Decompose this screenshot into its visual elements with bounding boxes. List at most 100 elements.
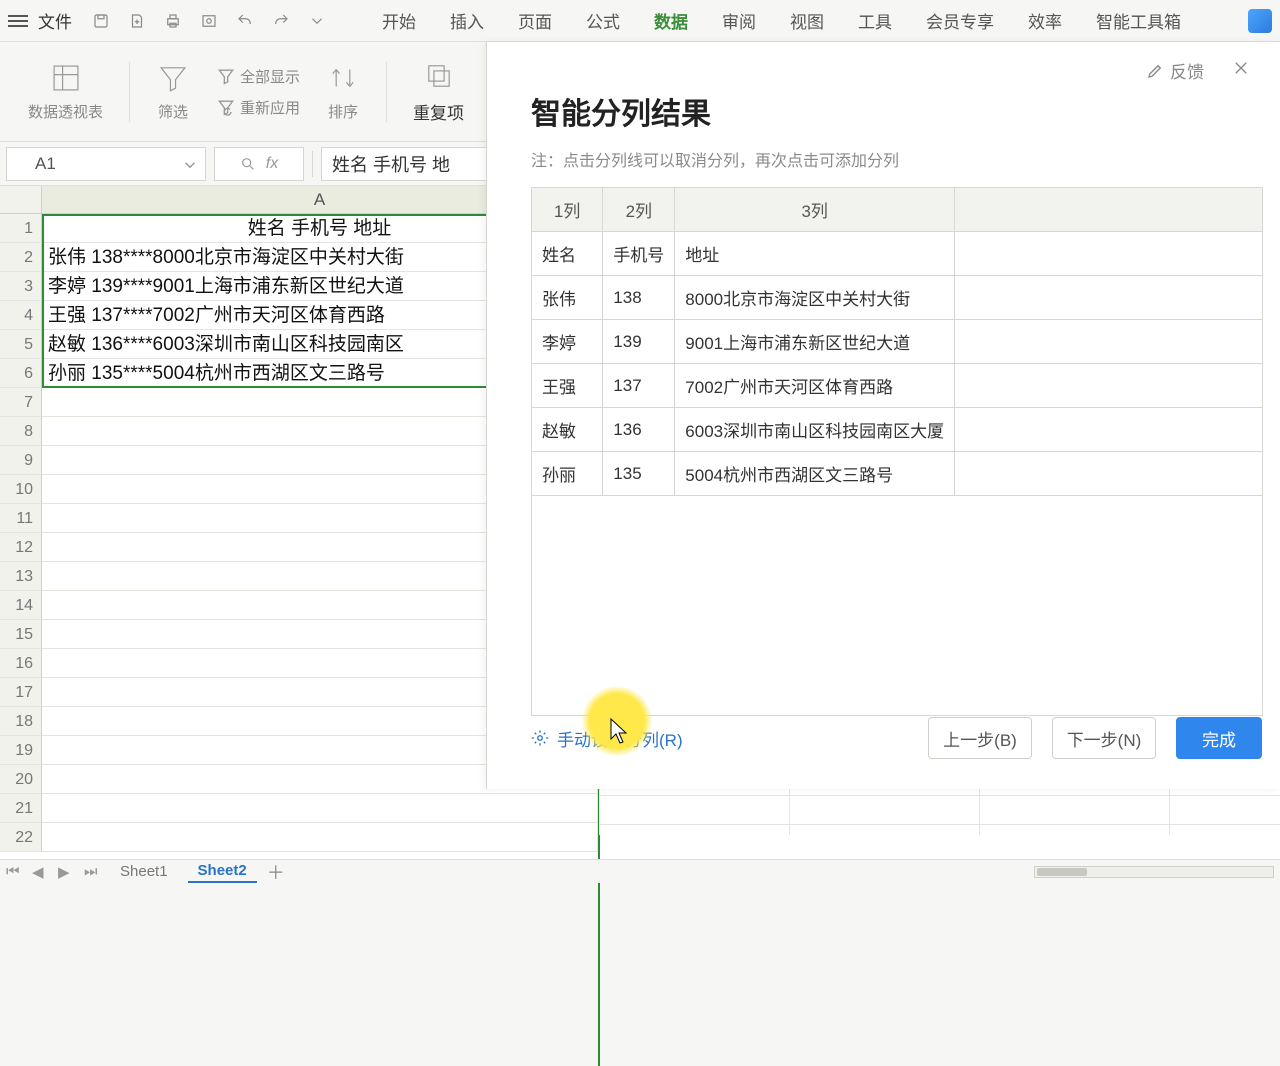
row-header[interactable]: 18 (0, 707, 42, 736)
row-header[interactable]: 17 (0, 678, 42, 707)
table-row[interactable]: 孙丽1355004杭州市西湖区文三路号 (532, 452, 1263, 496)
tab-vip[interactable]: 会员专享 (926, 0, 994, 41)
tab-tools[interactable]: 工具 (858, 0, 892, 41)
row-header[interactable]: 11 (0, 504, 42, 533)
table-row[interactable]: 张伟1388000北京市海淀区中关村大街 (532, 276, 1263, 320)
tab-data[interactable]: 数据 (654, 0, 688, 41)
filter-button[interactable]: 筛选 (156, 61, 190, 122)
row-header[interactable]: 22 (0, 823, 42, 852)
pivot-table-button[interactable]: 数据透视表 (28, 61, 103, 122)
sheet-tab-1[interactable]: Sheet1 (110, 861, 178, 882)
row-header[interactable]: 4 (0, 301, 42, 330)
feedback-label: 反馈 (1170, 58, 1204, 83)
undo-icon[interactable] (234, 10, 256, 32)
row-header[interactable]: 12 (0, 533, 42, 562)
table-cell-blank (955, 452, 1263, 496)
sort-button[interactable]: 排序 (326, 61, 360, 122)
scrollbar-thumb[interactable] (1037, 868, 1087, 876)
more-dropdown-icon[interactable] (306, 10, 328, 32)
dialog-note: 注：点击分列线可以取消分列，再次点击可添加分列 (531, 147, 1250, 171)
add-sheet-button[interactable]: ＋ (267, 859, 285, 885)
th-blank (955, 188, 1263, 232)
table-cell: 孙丽 (532, 452, 603, 496)
table-cell: 姓名 (532, 232, 603, 276)
first-sheet-icon[interactable]: ⏮ (6, 863, 22, 880)
print-icon[interactable] (162, 10, 184, 32)
select-all-corner[interactable] (0, 186, 42, 213)
row-header[interactable]: 19 (0, 736, 42, 765)
row-header[interactable]: 6 (0, 359, 42, 388)
feedback-button[interactable]: 反馈 (1146, 58, 1204, 83)
manual-split-link[interactable]: 手动设置分列(R) (531, 726, 683, 751)
row-header[interactable]: 10 (0, 475, 42, 504)
row-header[interactable]: 21 (0, 794, 42, 823)
duplicates-button[interactable]: 重复项 (413, 59, 464, 124)
sheet-tab-2[interactable]: Sheet2 (188, 860, 257, 883)
th-col1[interactable]: 1列 (532, 188, 603, 232)
table-cell-blank (955, 320, 1263, 364)
row-header[interactable]: 7 (0, 388, 42, 417)
tab-page[interactable]: 页面 (518, 0, 552, 41)
menubar: 文件 开始 插入 页面 公式 数据 审阅 视图 工具 会员专享 效率 智能工具箱 (0, 0, 1280, 42)
last-sheet-icon[interactable]: ⏭ (84, 863, 100, 880)
separator (129, 62, 130, 122)
filter-subgroup: 全部显示 重新应用 (216, 66, 300, 118)
tab-start[interactable]: 开始 (382, 0, 416, 41)
row-header[interactable]: 13 (0, 562, 42, 591)
prev-button[interactable]: 上一步(B) (928, 717, 1032, 759)
show-all-label: 全部显示 (240, 66, 300, 87)
split-preview-table[interactable]: 1列 2列 3列 姓名手机号地址张伟1388000北京市海淀区中关村大街李婷13… (531, 187, 1263, 716)
horizontal-scrollbar[interactable] (1034, 866, 1274, 878)
row-header[interactable]: 15 (0, 620, 42, 649)
next-sheet-icon[interactable]: ▶ (58, 863, 74, 881)
tab-efficiency[interactable]: 效率 (1028, 0, 1062, 41)
table-cell: 8000北京市海淀区中关村大街 (675, 276, 955, 320)
tab-review[interactable]: 审阅 (722, 0, 756, 41)
row-header[interactable]: 3 (0, 272, 42, 301)
row-header[interactable]: 1 (0, 214, 42, 243)
tab-formula[interactable]: 公式 (586, 0, 620, 41)
row-header[interactable]: 5 (0, 330, 42, 359)
th-col2[interactable]: 2列 (603, 188, 675, 232)
table-cell: 地址 (675, 232, 955, 276)
pivot-label: 数据透视表 (28, 101, 103, 122)
print-preview-icon[interactable] (198, 10, 220, 32)
row-header[interactable]: 8 (0, 417, 42, 446)
name-box[interactable]: A1 (6, 147, 206, 181)
next-button[interactable]: 下一步(N) (1052, 717, 1156, 759)
tab-smart-toolbox[interactable]: 智能工具箱 (1096, 0, 1181, 41)
row-header[interactable]: 14 (0, 591, 42, 620)
save-icon[interactable] (90, 10, 112, 32)
row-header[interactable]: 20 (0, 765, 42, 794)
tab-insert[interactable]: 插入 (450, 0, 484, 41)
prev-sheet-icon[interactable]: ◀ (32, 863, 48, 881)
table-cell: 李婷 (532, 320, 603, 364)
fx-area[interactable]: fx (214, 147, 304, 181)
fx-label: fx (266, 155, 278, 173)
redo-icon[interactable] (270, 10, 292, 32)
row-header[interactable]: 2 (0, 243, 42, 272)
ribbon-tabs: 开始 插入 页面 公式 数据 审阅 视图 工具 会员专享 效率 智能工具箱 (382, 0, 1181, 41)
th-col3[interactable]: 3列 (675, 188, 955, 232)
cell[interactable] (42, 823, 598, 852)
close-icon[interactable] (1232, 59, 1250, 82)
table-cell: 138 (603, 276, 675, 320)
row-header[interactable]: 16 (0, 649, 42, 678)
tab-view[interactable]: 视图 (790, 0, 824, 41)
file-menu[interactable]: 文件 (38, 8, 72, 33)
separator (312, 151, 313, 177)
cell[interactable] (42, 794, 598, 823)
table-cell: 9001上海市浦东新区世纪大道 (675, 320, 955, 364)
menu-hamburger-icon[interactable] (8, 15, 28, 27)
finish-button[interactable]: 完成 (1176, 717, 1262, 759)
row-header[interactable]: 9 (0, 446, 42, 475)
pencil-icon (1146, 62, 1164, 80)
export-icon[interactable] (126, 10, 148, 32)
reapply-button[interactable]: 重新应用 (216, 97, 300, 118)
table-row[interactable]: 赵敏1366003深圳市南山区科技园南区大厦 (532, 408, 1263, 452)
table-row[interactable]: 姓名手机号地址 (532, 232, 1263, 276)
show-all-button[interactable]: 全部显示 (216, 66, 300, 87)
table-row[interactable]: 李婷1399001上海市浦东新区世纪大道 (532, 320, 1263, 364)
manual-label: 手动设置分列(R) (557, 726, 683, 751)
table-row[interactable]: 王强1377002广州市天河区体育西路 (532, 364, 1263, 408)
